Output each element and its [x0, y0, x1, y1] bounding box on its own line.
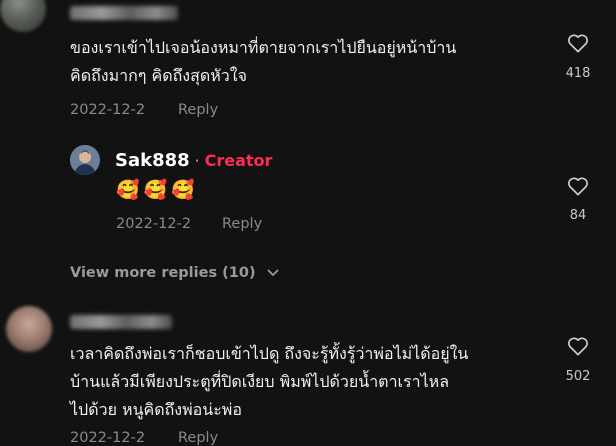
comment-date: 2022-12-2 [70, 430, 146, 446]
heart-icon [568, 177, 588, 196]
reply-emojis: 🥰 🥰 🥰 [116, 178, 199, 201]
comment-text-line: ไปด้วย หนูคิดถึงพ่อน่ะพ่อ [70, 400, 242, 419]
comment-date: 2022-12-2 [70, 102, 146, 118]
commenter-avatar[interactable] [0, 0, 46, 32]
view-more-replies-button[interactable]: View more replies (10) [70, 262, 279, 281]
comment-text-line: คิดถึงมากๆ คิดถึงสุดหัวใจ [70, 66, 247, 85]
separator-dot: · [194, 152, 200, 170]
person-photo-icon [70, 145, 100, 175]
commenter-avatar[interactable] [6, 306, 52, 352]
smiling-face-hearts-emoji: 🥰 [171, 179, 196, 201]
like-count: 502 [565, 369, 591, 384]
creator-avatar[interactable] [70, 145, 100, 175]
like-button[interactable] [567, 33, 589, 53]
comment-text-line: บ้านแล้วมีเพียงประตูที่ปิดเงียบ พิมพ์ไปด… [70, 372, 449, 391]
like-count: 84 [569, 208, 587, 223]
reply-button[interactable]: Reply [178, 430, 218, 446]
creator-username[interactable]: Sak888 [115, 150, 190, 171]
chevron-down-icon [267, 269, 279, 276]
view-more-label: View more replies (10) [70, 265, 256, 281]
comment-text: ของเราเข้าไปเจอน้องหมาที่ตายจากเราไปยืนอ… [70, 34, 456, 90]
reply-button[interactable]: Reply [178, 102, 218, 118]
comment-text-line: เวลาคิดถึงพ่อเราก็ชอบเข้าไปดู ถึงจะรู้ทั… [70, 344, 469, 363]
smiling-face-hearts-emoji: 🥰 [143, 179, 168, 201]
comment-text-line: ของเราเข้าไปเจอน้องหมาที่ตายจากเราไปยืนอ… [70, 38, 457, 57]
heart-icon [568, 34, 588, 53]
smiling-face-hearts-emoji: 🥰 [116, 179, 140, 201]
commenter-username[interactable] [70, 6, 178, 20]
creator-badge: Creator [204, 151, 273, 170]
like-button[interactable] [567, 336, 589, 356]
creator-header: Sak888 · Creator [115, 150, 272, 171]
like-button[interactable] [567, 176, 589, 196]
comment-text: เวลาคิดถึงพ่อเราก็ชอบเข้าไปดู ถึงจะรู้ทั… [70, 340, 468, 424]
reply-date: 2022-12-2 [116, 216, 192, 232]
like-count: 418 [565, 66, 591, 81]
heart-icon [568, 337, 588, 356]
commenter-username[interactable] [70, 315, 172, 329]
reply-button[interactable]: Reply [222, 216, 262, 232]
